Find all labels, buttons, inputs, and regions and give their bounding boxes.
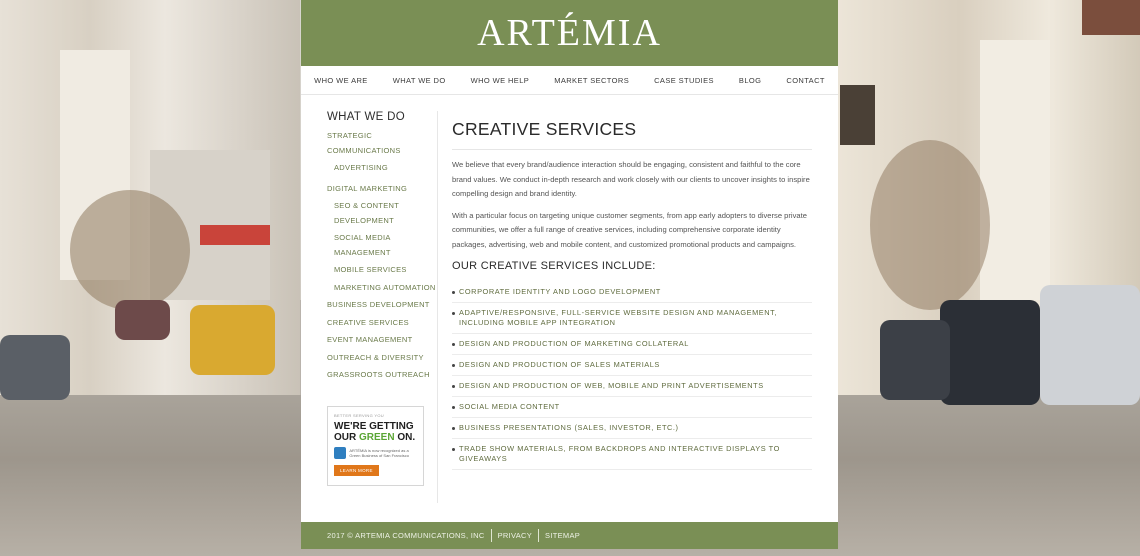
list-item: ADAPTIVE/RESPONSIVE, FULL-SERVICE WEBSIT… [452,303,812,334]
page-container: ARTÉMIA WHO WE ARE WHAT WE DO WHO WE HEL… [301,0,838,549]
ad-kicker: BETTER SERVING YOU [334,413,384,418]
nav-item-what-we-do[interactable]: WHAT WE DO [380,76,458,85]
sidebar-item-grassroots-outreach[interactable]: GRASSROOTS OUTREACH [327,368,438,383]
footer-divider [538,529,540,542]
intro-paragraph-1: We believe that every brand/audience int… [452,160,810,199]
page-title: CREATIVE SERVICES [452,119,637,139]
list-item: DESIGN AND PRODUCTION OF MARKETING COLLA… [452,334,812,355]
ad-headline: WE'RE GETTING OUR GREEN ON. [334,421,417,443]
title-rule [452,149,812,150]
ad-headline-line-1: WE'RE GETTING [334,421,414,432]
list-item: DESIGN AND PRODUCTION OF SALES MATERIALS [452,355,812,376]
site-header: ARTÉMIA [301,0,838,66]
nav-item-who-we-help[interactable]: WHO WE HELP [458,76,542,85]
list-item: SOCIAL MEDIA CONTENT [452,397,812,418]
nav-item-blog[interactable]: BLOG [726,76,773,85]
nav-item-case-studies[interactable]: CASE STUDIES [642,76,727,85]
ad-headline-line-2: OUR GREEN ON. [334,432,417,443]
sidebar-item-advertising[interactable]: ADVERTISING [327,161,438,176]
sidebar-item-event-management[interactable]: EVENT MANAGEMENT [327,333,438,348]
site-logo[interactable]: ARTÉMIA [477,14,662,52]
list-item: TRADE SHOW MATERIALS, FROM BACKDROPS AND… [452,439,812,470]
content-area: WHAT WE DO STRATEGIC COMMUNICATIONS ADVE… [301,95,838,521]
site-footer: 2017 © ARTEMIA COMMUNICATIONS, INC PRIVA… [301,522,838,549]
list-item: BUSINESS PRESENTATIONS (SALES, INVESTOR,… [452,418,812,439]
sidebar-divider [437,111,438,503]
sidebar-item-outreach-diversity[interactable]: OUTREACH & DIVERSITY [327,351,438,366]
sidebar-item-seo-content[interactable]: SEO & CONTENT DEVELOPMENT [327,199,438,228]
footer-divider [490,529,492,542]
sidebar-item-marketing-automation[interactable]: MARKETING AUTOMATION [327,281,438,296]
footer-sitemap-link[interactable]: SITEMAP [545,531,580,540]
list-item: CORPORATE IDENTITY AND LOGO DEVELOPMENT [452,282,812,303]
services-subheading: OUR CREATIVE SERVICES INCLUDE: [452,259,656,272]
services-list: CORPORATE IDENTITY AND LOGO DEVELOPMENT … [452,282,812,470]
nav-item-who-we-are[interactable]: WHO WE ARE [302,76,381,85]
intro-paragraph-2: With a particular focus on targeting uni… [452,210,807,249]
sidebar-item-social-media[interactable]: SOCIAL MEDIA MANAGEMENT [327,231,438,260]
sidebar-item-mobile-services[interactable]: MOBILE SERVICES [327,263,438,278]
ad-note: ARTÉMIA is now recognized as a Green Bus… [349,448,409,458]
sidebar-title: WHAT WE DO [327,111,405,123]
sidebar-item-creative-services[interactable]: CREATIVE SERVICES [327,316,438,331]
learn-more-button[interactable]: LEARN MORE [334,465,379,476]
main-content: CREATIVE SERVICES We believe that every … [452,119,812,470]
sidebar-item-digital-marketing[interactable]: DIGITAL MARKETING [327,182,438,197]
green-business-ad[interactable]: BETTER SERVING YOU WE'RE GETTING OUR GRE… [327,406,424,486]
nav-item-contact[interactable]: CONTACT [774,76,838,85]
ad-headline-on: ON. [394,432,416,443]
nav-item-market-sectors[interactable]: MARKET SECTORS [542,76,642,85]
sidebar: WHAT WE DO STRATEGIC COMMUNICATIONS ADVE… [327,111,438,386]
main-nav: WHO WE ARE WHAT WE DO WHO WE HELP MARKET… [301,66,838,95]
sidebar-item-strategic-communications[interactable]: STRATEGIC COMMUNICATIONS [327,129,438,158]
footer-copyright: 2017 © ARTEMIA COMMUNICATIONS, INC [327,531,485,540]
list-item: DESIGN AND PRODUCTION OF WEB, MOBILE AND… [452,376,812,397]
ad-headline-green: GREEN [359,432,395,443]
ad-note-row: ARTÉMIA is now recognized as a Green Bus… [334,447,417,459]
footer-privacy-link[interactable]: PRIVACY [498,531,532,540]
sidebar-item-business-development[interactable]: BUSINESS DEVELOPMENT [327,298,438,313]
ad-headline-our: OUR [334,432,359,443]
green-business-logo-icon [334,447,347,459]
